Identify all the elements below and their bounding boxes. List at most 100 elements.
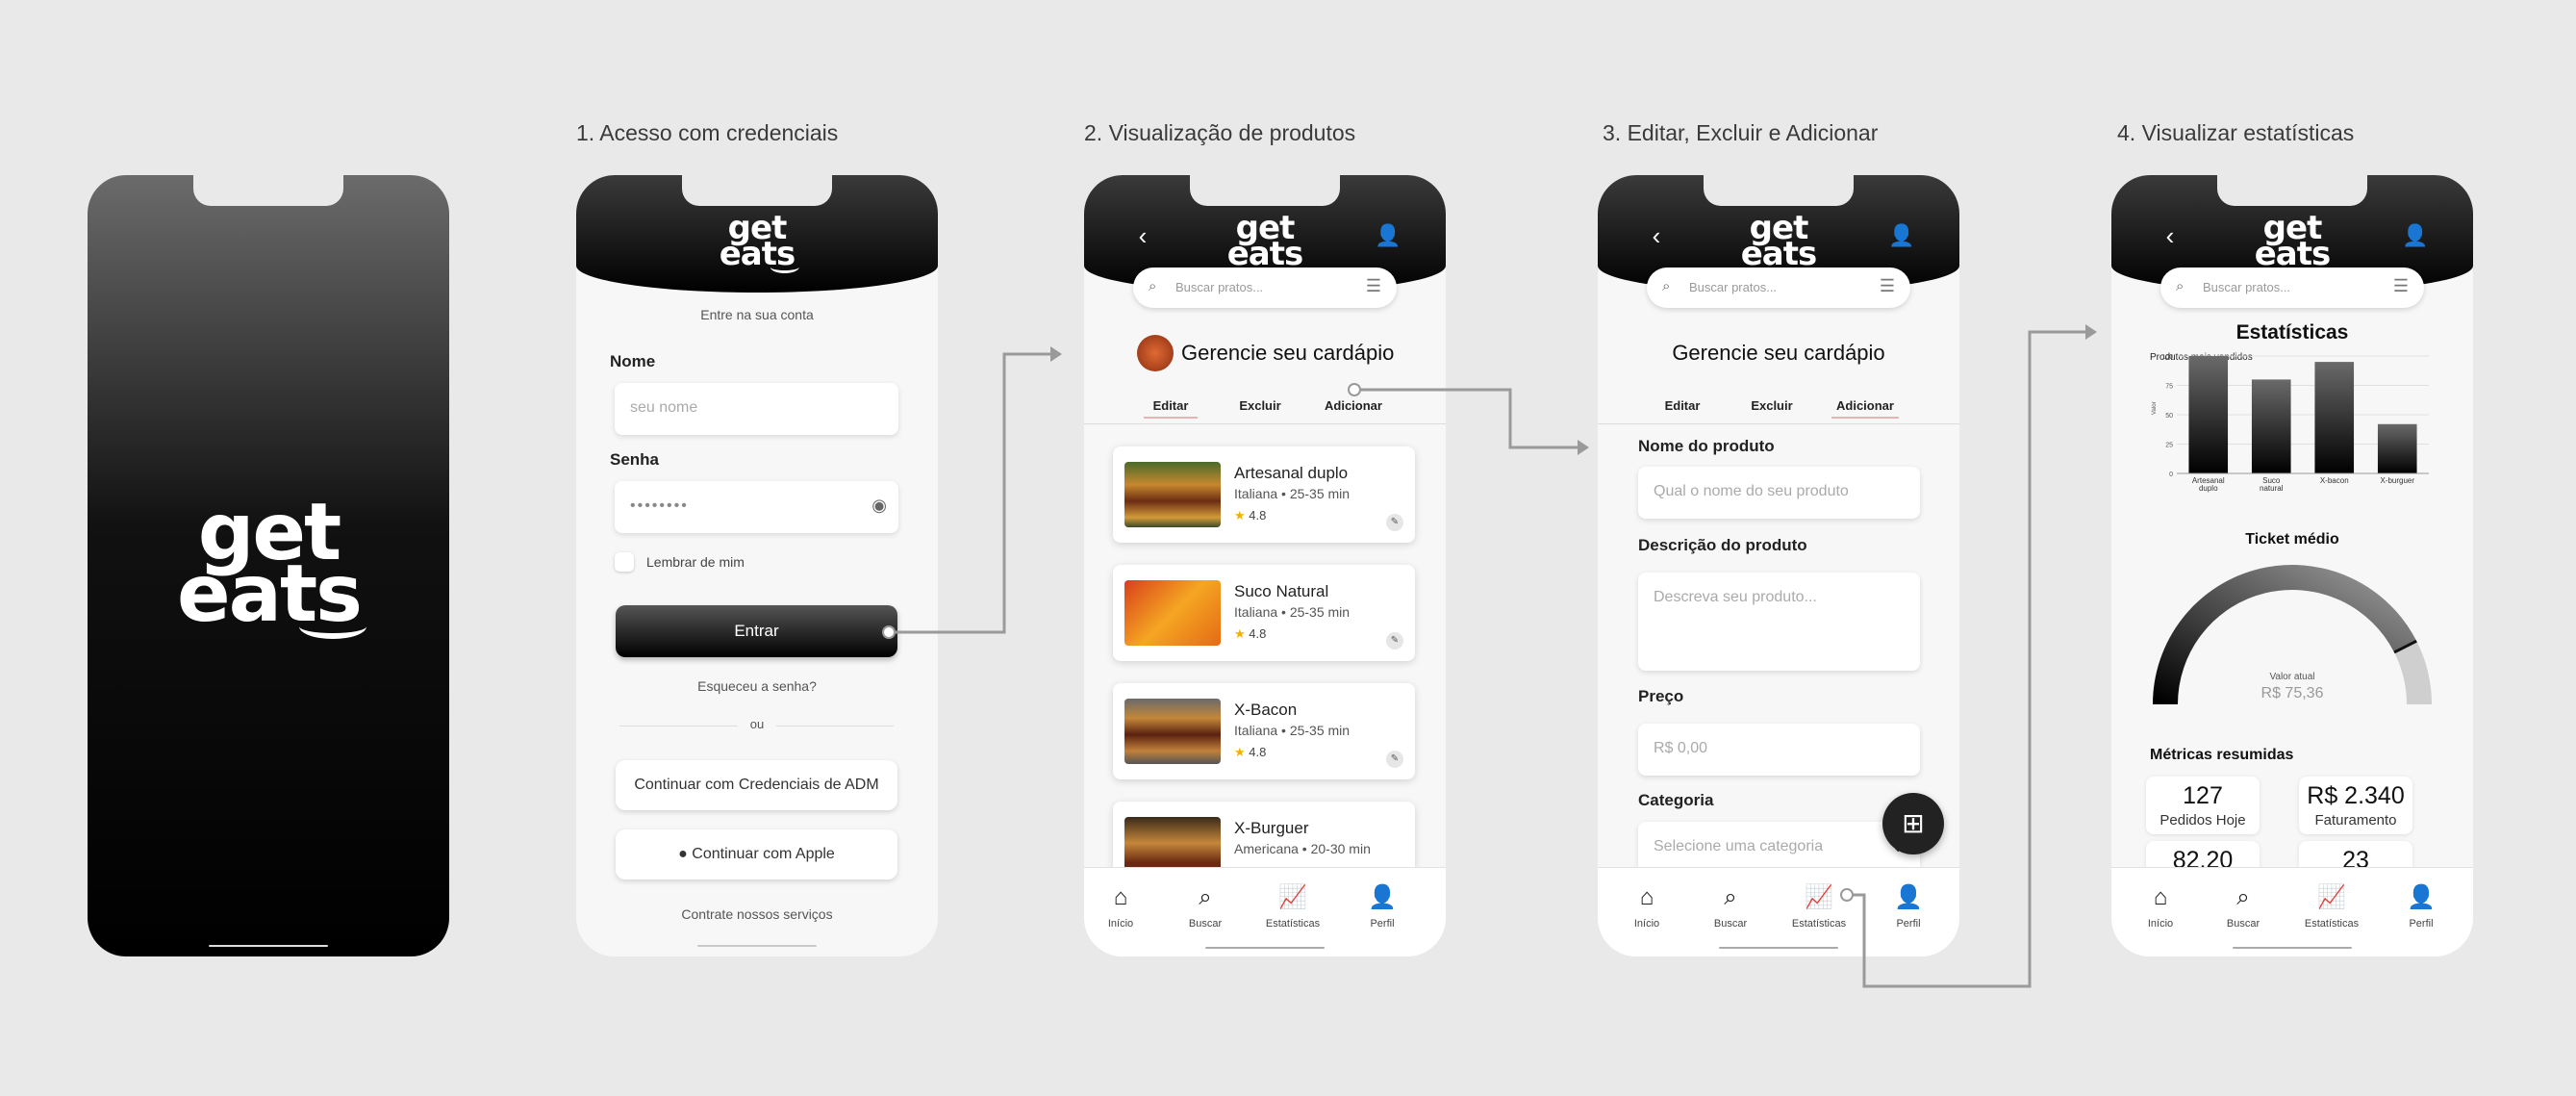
- edit-icon[interactable]: ✎: [1386, 514, 1403, 531]
- gauge-value: R$ 75,36: [2260, 685, 2324, 701]
- app-logo: get eats: [177, 494, 366, 639]
- nav-inicio[interactable]: ⌂ Início: [2122, 883, 2199, 930]
- category-select[interactable]: Selecione uma categoria⌄: [1638, 822, 1920, 874]
- arrow-head: [1050, 346, 1062, 362]
- user-icon: 👤: [2407, 884, 2436, 910]
- star-icon: ★: [1234, 508, 1246, 523]
- product-image: [1124, 462, 1221, 527]
- remember-checkbox[interactable]: [615, 552, 634, 572]
- menu-title: Gerencie seu cardápio: [1181, 341, 1395, 365]
- search-input[interactable]: ⌕ Buscar pratos... ☰: [1647, 268, 1910, 308]
- stats-screen: ‹ get eats 👤 ⌕ Buscar pratos... ☰ Estatísti…: [2111, 175, 2473, 956]
- tab-adicionar[interactable]: Adicionar: [1320, 398, 1387, 413]
- filter-icon: ☰: [1365, 276, 1381, 295]
- nav-buscar[interactable]: ⌕ Buscar: [1167, 883, 1244, 930]
- remember-label: Lembrar de mim: [646, 554, 745, 570]
- add-image-icon: ⊞: [1902, 808, 1925, 838]
- tab-adicionar[interactable]: Adicionar: [1831, 398, 1899, 419]
- back-icon[interactable]: ‹: [1644, 223, 1669, 248]
- stats-title: Estatísticas: [2235, 321, 2349, 344]
- product-card[interactable]: Artesanal duplo Italiana • 25-35 min ★ 4.…: [1113, 446, 1415, 543]
- y-tick-label: 75: [2165, 384, 2173, 391]
- y-tick-label: 25: [2165, 443, 2173, 449]
- search-input[interactable]: ⌕ Buscar pratos... ☰: [1133, 268, 1397, 308]
- gauge-label: Valor atual: [2269, 672, 2315, 682]
- step-title-4: 4. Visualizar estatísticas: [2117, 120, 2355, 145]
- name-input[interactable]: seu nome: [615, 383, 898, 435]
- nav-buscar[interactable]: ⌕ Buscar: [1692, 883, 1769, 930]
- bottom-nav: ⌂ Início ⌕ Buscar 📈 Estatísticas 👤 Perfil: [2111, 867, 2473, 956]
- search-icon: ⌕: [1724, 884, 1737, 910]
- user-icon[interactable]: 👤: [1375, 223, 1401, 248]
- hire-services-link[interactable]: Contrate nossos serviços: [576, 906, 938, 922]
- filter-icon: ☰: [2392, 276, 2409, 295]
- chart-icon: 📈: [1805, 884, 1833, 910]
- adm-login-button[interactable]: Continuar com Credenciais de ADM: [616, 760, 897, 810]
- user-icon: 👤: [1368, 884, 1397, 910]
- eye-icon[interactable]: ◉: [871, 496, 887, 516]
- price-label: Preço: [1638, 687, 1684, 705]
- nav-perfil[interactable]: 👤 Perfil: [1344, 883, 1421, 930]
- phone-notch: [193, 175, 343, 206]
- app-logo: get eats: [720, 212, 799, 274]
- tab-excluir[interactable]: Excluir: [1233, 398, 1287, 413]
- price-input[interactable]: R$ 0,00: [1638, 724, 1920, 776]
- login-button[interactable]: Entrar: [616, 605, 897, 657]
- step-title-1: 1. Acesso com credenciais: [576, 120, 839, 145]
- gauge-title: Ticket médio: [2245, 531, 2339, 548]
- add-product-screen: ‹ get eats 👤 ⌕ Buscar pratos... ☰ Gerencie …: [1598, 175, 1959, 956]
- arrow-head: [1578, 440, 1589, 455]
- nav-inicio[interactable]: ⌂ Início: [1608, 883, 1685, 930]
- best-sellers-chart: Produtos mais vendidos0255075100ValorArt…: [2150, 352, 2429, 493]
- bar: [2314, 362, 2355, 473]
- restaurant-avatar: [1137, 335, 1174, 371]
- search-icon: ⌕: [1149, 278, 1157, 294]
- search-icon: ⌕: [1199, 884, 1212, 910]
- star-icon: ★: [1234, 745, 1246, 759]
- user-icon[interactable]: 👤: [1888, 223, 1914, 248]
- search-input[interactable]: ⌕ Buscar pratos... ☰: [2160, 268, 2424, 308]
- filter-icon: ☰: [1879, 276, 1895, 295]
- user-icon[interactable]: 👤: [2402, 223, 2428, 248]
- app-logo: get eats: [2255, 212, 2335, 274]
- app-logo: get eats: [1741, 212, 1821, 274]
- back-icon[interactable]: ‹: [1130, 223, 1155, 248]
- x-tick-label: natural: [2260, 484, 2284, 493]
- nav-perfil[interactable]: 👤 Perfil: [1870, 883, 1947, 930]
- nav-estatisticas[interactable]: 📈 Estatísticas: [2293, 883, 2370, 930]
- step-title-2: 2. Visualização de produtos: [1084, 120, 1356, 145]
- bottom-nav: ⌂ Início ⌕ Buscar 📈 Estatísticas 👤 Perfil: [1084, 867, 1446, 956]
- tab-editar[interactable]: Editar: [1655, 398, 1709, 413]
- nav-estatisticas[interactable]: 📈 Estatísticas: [1254, 883, 1331, 930]
- nav-buscar[interactable]: ⌕ Buscar: [2205, 883, 2282, 930]
- login-subtitle: Entre na sua conta: [700, 307, 814, 322]
- x-tick-label: duplo: [2199, 484, 2218, 493]
- step-title-3: 3. Editar, Excluir e Adicionar: [1603, 120, 1879, 145]
- products-screen: ‹ get eats 👤 ⌕ Buscar pratos... ☰ Gerencie …: [1084, 175, 1446, 956]
- product-description-input[interactable]: Descreva seu produto...: [1638, 573, 1920, 671]
- product-card[interactable]: X-Bacon Italiana • 25-35 min ★ 4.8 ✎: [1113, 683, 1415, 779]
- nav-estatisticas[interactable]: 📈 Estatísticas: [1780, 883, 1857, 930]
- bottom-nav: ⌂ Início ⌕ Buscar 📈 Estatísticas 👤 Perfil: [1598, 867, 1959, 956]
- tab-editar[interactable]: Editar: [1144, 398, 1198, 419]
- back-icon[interactable]: ‹: [2158, 223, 2183, 248]
- nav-perfil[interactable]: 👤 Perfil: [2383, 883, 2460, 930]
- login-screen: get eats Entre na sua conta Nome seu nome…: [576, 175, 938, 956]
- menu-title: Gerencie seu cardápio: [1672, 341, 1885, 365]
- product-name-input[interactable]: Qual o nome do seu produto: [1638, 467, 1920, 519]
- add-image-button[interactable]: ⊞: [1882, 793, 1944, 854]
- tab-excluir[interactable]: Excluir: [1745, 398, 1799, 413]
- y-tick-label: 50: [2165, 413, 2173, 420]
- password-input[interactable]: •••••••• ◉: [615, 481, 898, 533]
- edit-icon[interactable]: ✎: [1386, 751, 1403, 768]
- search-icon: ⌕: [1662, 278, 1671, 294]
- product-card[interactable]: Suco Natural Italiana • 25-35 min ★ 4.8 ✎: [1113, 565, 1415, 661]
- user-icon: 👤: [1894, 884, 1923, 910]
- nav-inicio[interactable]: ⌂ Início: [1084, 883, 1159, 930]
- edit-icon[interactable]: ✎: [1386, 632, 1403, 650]
- home-icon: ⌂: [2153, 884, 2168, 910]
- summary-title: Métricas resumidas: [2150, 747, 2294, 763]
- stat-card: R$ 2.340 Faturamento: [2299, 777, 2412, 834]
- forgot-password-link[interactable]: Esqueceu a senha?: [576, 678, 938, 694]
- apple-login-button[interactable]: ● Continuar com Apple: [616, 829, 897, 879]
